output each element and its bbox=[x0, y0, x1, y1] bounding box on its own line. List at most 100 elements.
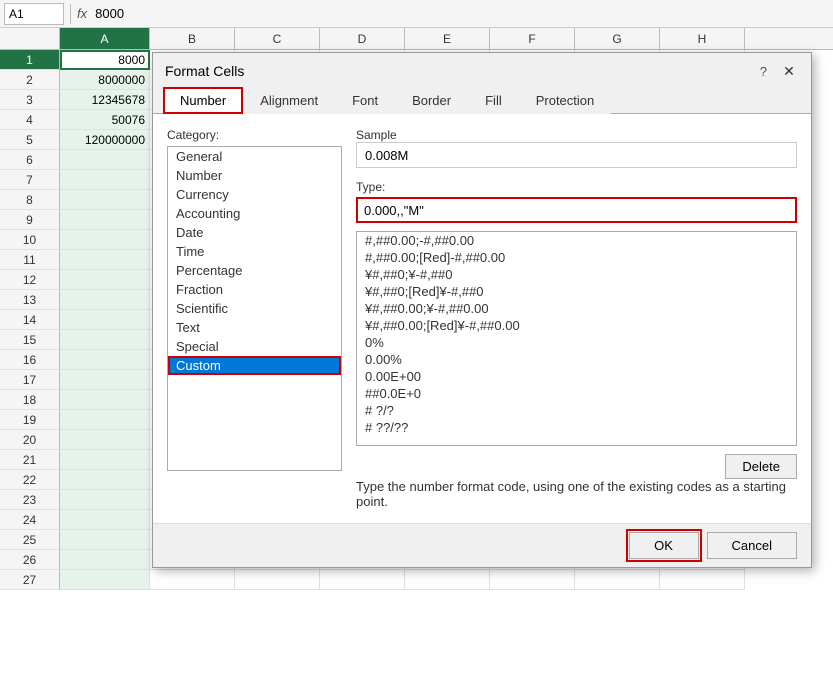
dialog-body: Category: General Number Currency Accoun… bbox=[153, 114, 811, 523]
row-header-20: 20 bbox=[0, 430, 60, 450]
category-accounting[interactable]: Accounting bbox=[168, 204, 341, 223]
row-header-11: 11 bbox=[0, 250, 60, 270]
row-header-24: 24 bbox=[0, 510, 60, 530]
row-header-13: 13 bbox=[0, 290, 60, 310]
row-header-12: 12 bbox=[0, 270, 60, 290]
close-button[interactable]: ✕ bbox=[779, 61, 799, 81]
col-header-c: C bbox=[235, 28, 320, 49]
row-header-1: 1 bbox=[0, 50, 60, 70]
sample-value: 0.008M bbox=[356, 142, 797, 168]
col-header-a: A bbox=[60, 28, 150, 49]
category-custom[interactable]: Custom bbox=[168, 356, 341, 375]
ok-button[interactable]: OK bbox=[629, 532, 699, 559]
row-header-21: 21 bbox=[0, 450, 60, 470]
category-fraction[interactable]: Fraction bbox=[168, 280, 341, 299]
dialog-footer: OK Cancel bbox=[153, 523, 811, 567]
col-header-f: F bbox=[490, 28, 575, 49]
row-header-19: 19 bbox=[0, 410, 60, 430]
category-text[interactable]: Text bbox=[168, 318, 341, 337]
dialog-controls: ? ✕ bbox=[760, 61, 799, 81]
row-header-3: 3 bbox=[0, 90, 60, 110]
cell-a2[interactable]: 8000000 bbox=[60, 70, 150, 90]
col-header-b: B bbox=[150, 28, 235, 49]
format-item[interactable]: 0.00E+00 bbox=[357, 368, 796, 385]
category-date[interactable]: Date bbox=[168, 223, 341, 242]
category-list-scroll[interactable]: General Number Currency Accounting Date … bbox=[168, 147, 341, 470]
row-header-23: 23 bbox=[0, 490, 60, 510]
row-header-25: 25 bbox=[0, 530, 60, 550]
right-panel: Sample 0.008M Type: #,##0.00;-#,##0.00 #… bbox=[356, 128, 797, 509]
format-item[interactable]: ##0.0E+0 bbox=[357, 385, 796, 402]
row-header-27: 27 bbox=[0, 570, 60, 590]
category-section: Category: General Number Currency Accoun… bbox=[167, 128, 342, 509]
type-input-container bbox=[356, 197, 797, 223]
row-header-22: 22 bbox=[0, 470, 60, 490]
row-header-14: 14 bbox=[0, 310, 60, 330]
row-header-8: 8 bbox=[0, 190, 60, 210]
tab-protection[interactable]: Protection bbox=[519, 87, 612, 114]
delete-button[interactable]: Delete bbox=[725, 454, 797, 479]
cell-a5[interactable]: 120000000 bbox=[60, 130, 150, 150]
category-general[interactable]: General bbox=[168, 147, 341, 166]
dialog-title: Format Cells bbox=[165, 63, 244, 79]
fx-label: fx bbox=[77, 6, 87, 21]
row-header-2: 2 bbox=[0, 70, 60, 90]
category-scientific[interactable]: Scientific bbox=[168, 299, 341, 318]
format-cells-dialog: Format Cells ? ✕ Number Alignment Font B… bbox=[152, 52, 812, 568]
tab-number[interactable]: Number bbox=[163, 87, 243, 114]
help-icon[interactable]: ? bbox=[760, 64, 767, 79]
sample-label: Sample bbox=[356, 128, 797, 142]
category-list[interactable]: General Number Currency Accounting Date … bbox=[167, 146, 342, 471]
tab-font[interactable]: Font bbox=[335, 87, 395, 114]
row-header-16: 16 bbox=[0, 350, 60, 370]
formula-bar: fx bbox=[0, 0, 833, 28]
formula-input[interactable] bbox=[95, 3, 829, 25]
formula-divider bbox=[70, 4, 71, 24]
category-special[interactable]: Special bbox=[168, 337, 341, 356]
cell-a6[interactable] bbox=[60, 150, 150, 170]
row-header-10: 10 bbox=[0, 230, 60, 250]
tab-border[interactable]: Border bbox=[395, 87, 468, 114]
row-header-9: 9 bbox=[0, 210, 60, 230]
format-item[interactable]: # ??/?? bbox=[357, 419, 796, 436]
category-number[interactable]: Number bbox=[168, 166, 341, 185]
cell-reference-input[interactable] bbox=[4, 3, 64, 25]
col-header-d: D bbox=[320, 28, 405, 49]
row-header-15: 15 bbox=[0, 330, 60, 350]
format-item[interactable]: ¥#,##0;¥-#,##0 bbox=[357, 266, 796, 283]
format-item[interactable]: ¥#,##0.00;[Red]¥-#,##0.00 bbox=[357, 317, 796, 334]
description-text: Type the number format code, using one o… bbox=[356, 479, 797, 509]
category-currency[interactable]: Currency bbox=[168, 185, 341, 204]
type-input[interactable] bbox=[356, 197, 797, 223]
col-header-g: G bbox=[575, 28, 660, 49]
format-list[interactable]: #,##0.00;-#,##0.00 #,##0.00;[Red]-#,##0.… bbox=[356, 231, 797, 446]
table-row bbox=[60, 570, 833, 590]
cancel-button[interactable]: Cancel bbox=[707, 532, 797, 559]
row-header-18: 18 bbox=[0, 390, 60, 410]
row-header-7: 7 bbox=[0, 170, 60, 190]
format-item[interactable]: 0.00% bbox=[357, 351, 796, 368]
row-header-26: 26 bbox=[0, 550, 60, 570]
tab-alignment[interactable]: Alignment bbox=[243, 87, 335, 114]
format-item[interactable]: ¥#,##0.00;¥-#,##0.00 bbox=[357, 300, 796, 317]
tabs-bar: Number Alignment Font Border Fill Protec… bbox=[153, 87, 811, 114]
format-item[interactable]: # ?/? bbox=[357, 402, 796, 419]
cell-a1[interactable]: 8000 bbox=[60, 50, 150, 70]
format-item[interactable]: 0% bbox=[357, 334, 796, 351]
tab-fill[interactable]: Fill bbox=[468, 87, 519, 114]
cell-a3[interactable]: 12345678 bbox=[60, 90, 150, 110]
format-item[interactable]: #,##0.00;[Red]-#,##0.00 bbox=[357, 249, 796, 266]
format-item[interactable]: #,##0.00;-#,##0.00 bbox=[357, 232, 796, 249]
row-header-6: 6 bbox=[0, 150, 60, 170]
row-header-17: 17 bbox=[0, 370, 60, 390]
category-time[interactable]: Time bbox=[168, 242, 341, 261]
category-percentage[interactable]: Percentage bbox=[168, 261, 341, 280]
cell-a4[interactable]: 50076 bbox=[60, 110, 150, 130]
sample-section: Sample 0.008M bbox=[356, 128, 797, 168]
format-item[interactable]: ¥#,##0;[Red]¥-#,##0 bbox=[357, 283, 796, 300]
category-label: Category: bbox=[167, 128, 342, 142]
dialog-titlebar: Format Cells ? ✕ bbox=[153, 53, 811, 87]
col-header-e: E bbox=[405, 28, 490, 49]
row-headers: 1 2 3 4 5 6 7 8 9 10 11 12 13 14 15 16 1… bbox=[0, 50, 60, 590]
row-header-5: 5 bbox=[0, 130, 60, 150]
